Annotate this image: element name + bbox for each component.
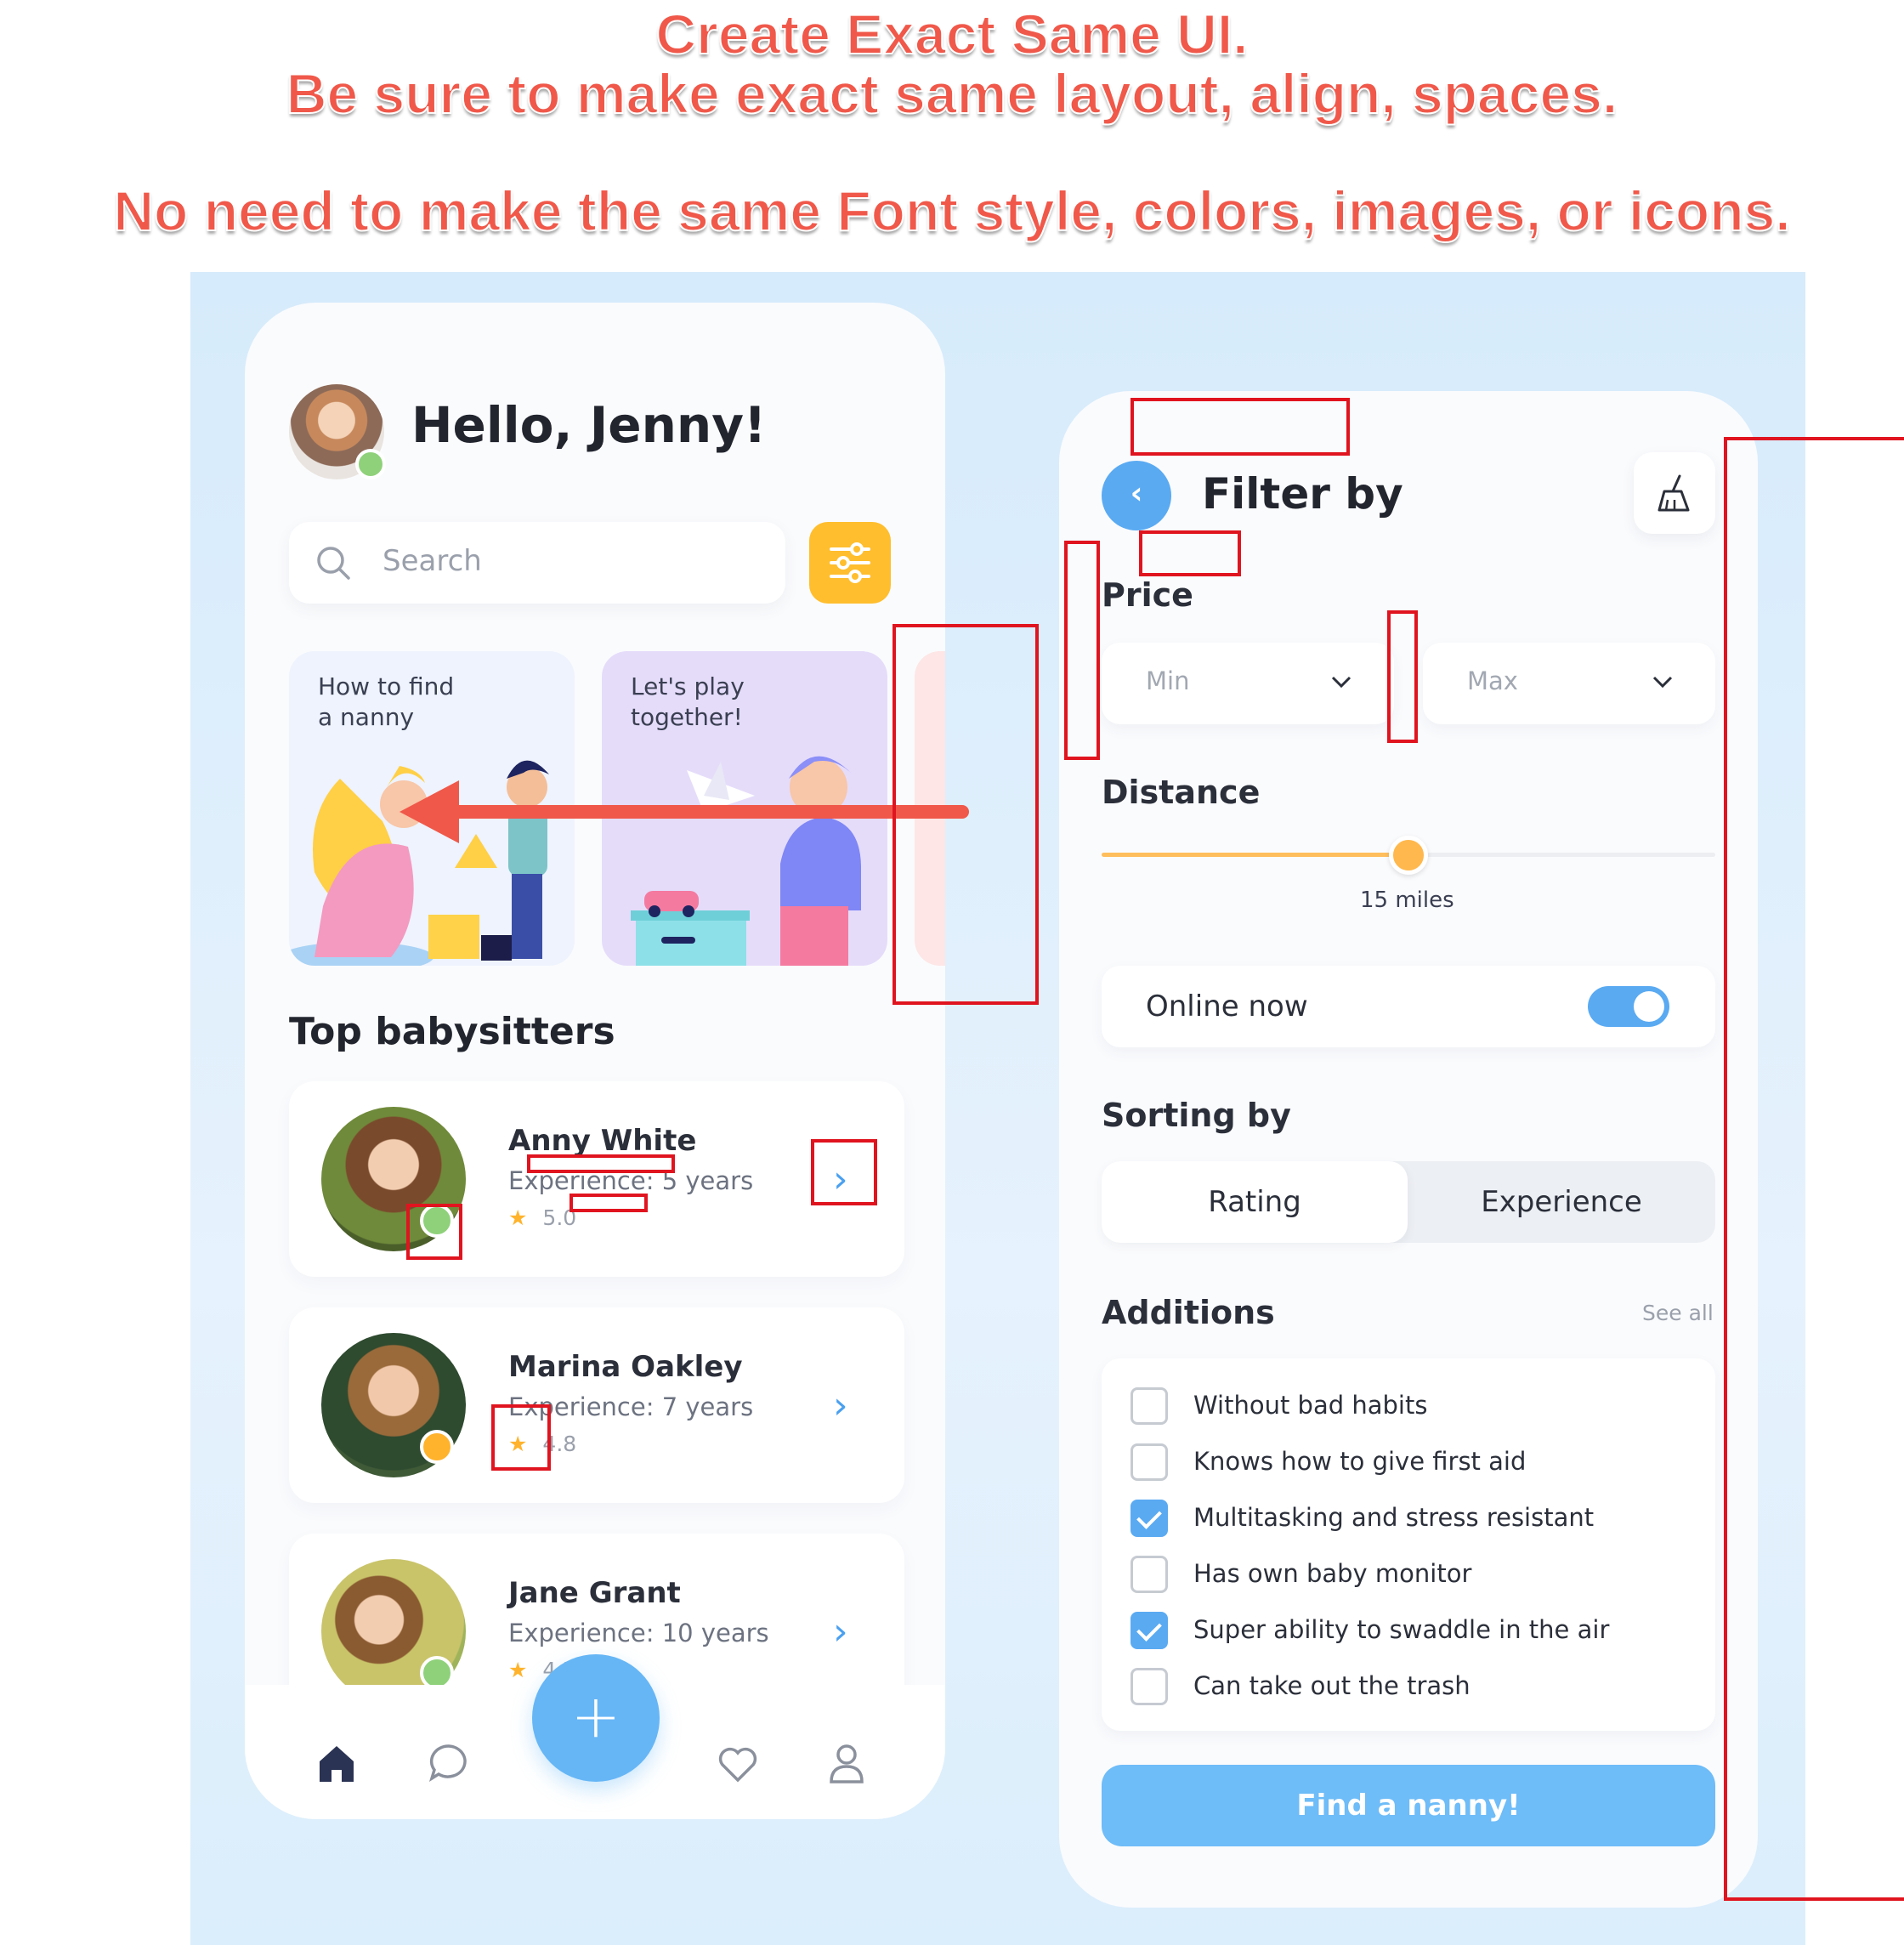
star-icon: ★ [508, 1658, 528, 1682]
annotation-box [1724, 437, 1904, 1901]
additions-label: Additions [1102, 1294, 1275, 1331]
home-screen: Hello, Jenny! Search How to find a nanny… [245, 303, 945, 1819]
addition-label: Has own baby monitor [1193, 1559, 1472, 1588]
checkbox[interactable] [1130, 1556, 1168, 1593]
instruction-line-1: Create Exact Same UI. [654, 2, 1249, 66]
search-placeholder: Search [382, 544, 482, 578]
broom-icon [1658, 474, 1690, 512]
select-placeholder: Max [1467, 666, 1518, 695]
price-max-select[interactable]: Max [1423, 643, 1715, 724]
chevron-down-icon [1652, 676, 1673, 689]
chevron-down-icon [1331, 676, 1352, 689]
chat-icon[interactable] [425, 1739, 473, 1787]
distance-value: 15 miles [1360, 887, 1454, 913]
babysitter-name: Anny White [508, 1124, 697, 1158]
sorting-label: Sorting by [1102, 1097, 1291, 1134]
sort-option-experience[interactable]: Experience [1408, 1161, 1715, 1243]
instruction-line-2: Be sure to make exact same layout, align… [286, 61, 1618, 126]
additions-list: Without bad habits Knows how to give fir… [1102, 1358, 1715, 1731]
annotation-box [1139, 530, 1241, 576]
annotation-box [570, 1194, 648, 1212]
online-now-toggle[interactable] [1588, 986, 1669, 1027]
plus-icon: + [570, 1681, 621, 1751]
addition-label: Multitasking and stress resistant [1193, 1503, 1595, 1532]
babysitter-name: Marina Oakley [508, 1350, 743, 1384]
star-icon: ★ [508, 1205, 528, 1230]
chevron-right-icon[interactable]: › [833, 1610, 848, 1653]
checkbox[interactable] [1130, 1668, 1168, 1705]
back-button[interactable]: ‹ [1102, 461, 1171, 530]
distance-slider-fill [1102, 853, 1408, 857]
profile-icon[interactable] [823, 1739, 870, 1787]
home-icon[interactable] [313, 1739, 360, 1787]
addition-label: Can take out the trash [1193, 1671, 1470, 1700]
clear-filters-button[interactable] [1634, 452, 1715, 534]
section-title: Top babysitters [289, 1010, 615, 1053]
annotation-box [1064, 541, 1100, 760]
filter-button[interactable] [809, 522, 891, 604]
annotation-box [491, 1404, 551, 1471]
addition-label: Super ability to swaddle in the air [1193, 1615, 1610, 1644]
online-status-dot [355, 449, 386, 479]
babysitter-experience: Experience: 10 years [508, 1619, 769, 1647]
price-min-select[interactable]: Min [1102, 643, 1394, 724]
heart-icon[interactable] [714, 1739, 762, 1787]
addition-label: Knows how to give first aid [1193, 1447, 1527, 1476]
select-placeholder: Min [1146, 666, 1190, 695]
annotation-box [527, 1154, 675, 1173]
annotation-box [406, 1204, 462, 1260]
search-icon [317, 547, 350, 580]
addition-label: Without bad habits [1193, 1391, 1428, 1420]
card-title: Let's play together! [631, 672, 745, 731]
sort-option-rating[interactable]: Rating [1102, 1161, 1408, 1243]
sorting-segmented-control: Rating Experience [1102, 1161, 1715, 1243]
away-status-dot [420, 1430, 454, 1464]
sliders-icon [830, 542, 870, 583]
article-card-find-nanny[interactable]: How to find a nanny [289, 651, 575, 966]
checkbox-checked[interactable] [1130, 1612, 1168, 1649]
distance-slider-handle[interactable] [1389, 836, 1428, 875]
checkbox-checked[interactable] [1130, 1500, 1168, 1537]
search-field[interactable]: Search [289, 522, 785, 604]
instruction-line-3: No need to make the same Font style, col… [112, 179, 1791, 243]
article-card-lets-play[interactable]: Let's play together! [602, 651, 887, 966]
online-now-label: Online now [1146, 990, 1308, 1024]
babysitter-rating: ★ 5.0 [508, 1205, 577, 1230]
page-title: Filter by [1202, 469, 1403, 519]
babysitter-card[interactable]: Marina Oakley Experience: 7 years ★ 4.8 › [289, 1307, 904, 1503]
distance-label: Distance [1102, 774, 1261, 811]
annotation-box [1130, 398, 1350, 456]
price-label: Price [1102, 576, 1193, 614]
annotation-box [1387, 610, 1418, 743]
chevron-right-icon[interactable]: › [833, 1384, 848, 1427]
find-nanny-button[interactable]: Find a nanny! [1102, 1765, 1715, 1846]
annotation-box [892, 624, 1039, 1005]
checkbox[interactable] [1130, 1443, 1168, 1481]
annotation-box [811, 1139, 877, 1205]
add-button[interactable]: + [532, 1654, 660, 1782]
online-now-row: Online now [1102, 966, 1715, 1047]
checkbox[interactable] [1130, 1387, 1168, 1425]
greeting-title: Hello, Jenny! [411, 396, 767, 454]
babysitter-name: Jane Grant [508, 1576, 681, 1610]
chevron-left-icon: ‹ [1130, 476, 1143, 511]
see-all-link[interactable]: See all [1642, 1301, 1714, 1325]
card-title: How to find a nanny [318, 672, 455, 731]
